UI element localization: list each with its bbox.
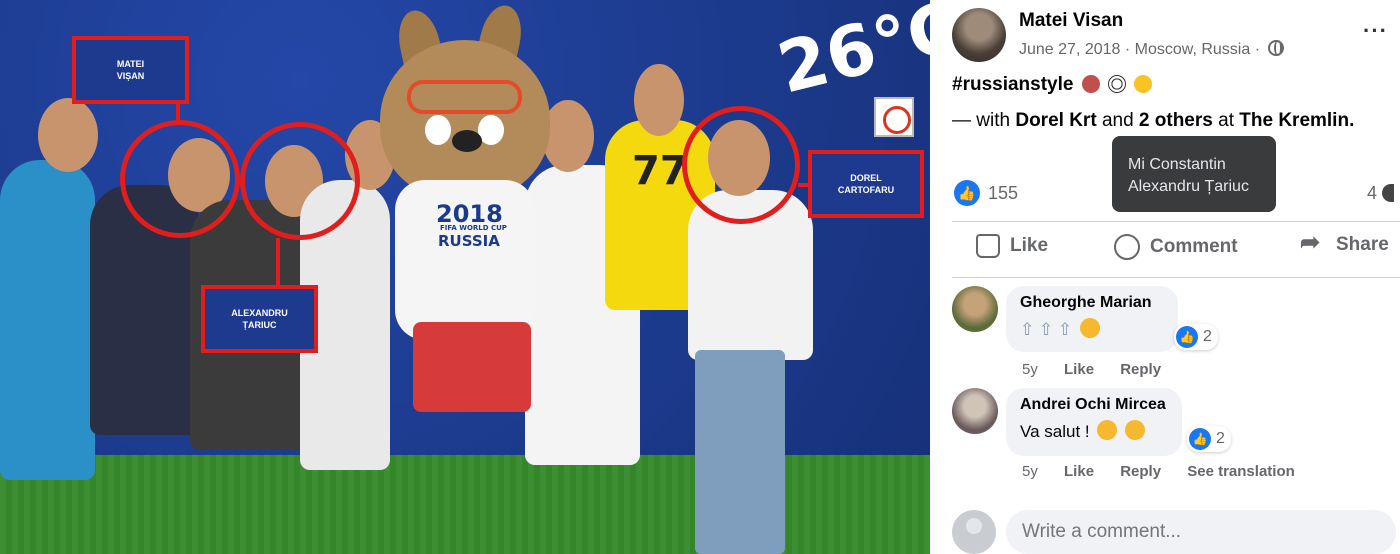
- comment-2-reactions[interactable]: 👍 2: [1187, 426, 1231, 452]
- and-word: and: [1101, 110, 1134, 131]
- comment-2-actions: 5y Like Reply See translation: [1022, 463, 1317, 480]
- comment-1-author[interactable]: Gheorghe Marian: [1020, 294, 1164, 312]
- photo-grass: [0, 455, 930, 554]
- author-avatar[interactable]: [952, 8, 1006, 62]
- comment-1-avatar[interactable]: [952, 286, 998, 332]
- reactions-count[interactable]: 155: [988, 183, 1018, 204]
- meta-separator-2: ·: [1254, 41, 1261, 58]
- more-icon[interactable]: ···: [1363, 18, 1388, 44]
- comment-2-like-count: 2: [1216, 430, 1225, 447]
- hashtag-link[interactable]: #russianstyle: [952, 74, 1073, 95]
- composer-avatar[interactable]: [952, 510, 996, 554]
- comments-count[interactable]: 4: [1367, 183, 1394, 204]
- jersey-number: 77: [632, 148, 688, 194]
- person-1-head: [38, 98, 98, 172]
- comment-1-like-count: 2: [1203, 328, 1212, 345]
- comment-2-message: Va salut !: [1020, 422, 1090, 441]
- post-tagged-line: — with Dorel Krt and 2 others at The Kre…: [952, 110, 1354, 132]
- kiss-emoji-icon: [1079, 318, 1100, 338]
- like-button-label: Like: [1010, 235, 1049, 256]
- tag-label-dorel: DOREL CARTOFARU: [808, 150, 924, 218]
- person-5-head: [542, 100, 594, 172]
- mascot-shorts: [413, 322, 531, 412]
- muscle-emoji-icon: ⇧ ⇧ ⇧: [1020, 320, 1073, 339]
- tagged-others-tooltip: Mi Constantin Alexandru Țariuc: [1112, 136, 1276, 212]
- comment-input[interactable]: [1006, 510, 1396, 554]
- comment-1-actions: 5y Like Reply: [1022, 361, 1183, 378]
- comment-2-age[interactable]: 5y: [1022, 463, 1038, 480]
- person-6-head: [634, 64, 684, 136]
- post-location[interactable]: Moscow, Russia: [1135, 41, 1251, 58]
- comment-icon: [1114, 234, 1140, 260]
- tag-circle-matei: [120, 120, 240, 238]
- divider-bottom: [952, 277, 1400, 278]
- post-photo[interactable]: 26°C 77 2018 FIFA WORLD CUP RUSSIA MATEI…: [0, 0, 930, 554]
- author-name[interactable]: Matei Visan: [1019, 10, 1123, 32]
- tooltip-line-2: Alexandru Țariuc: [1128, 178, 1249, 195]
- facebook-post: Matei Visan June 27, 2018 · Moscow, Russ…: [930, 0, 1400, 554]
- share-button-label: Share: [1336, 234, 1389, 255]
- comment-2-author[interactable]: Andrei Ochi Mircea: [1020, 396, 1168, 414]
- flexed-biceps-emoji-icon: [1097, 420, 1118, 440]
- mascot-shirt-country: RUSSIA: [438, 232, 500, 250]
- like-reaction-icon[interactable]: 👍: [954, 180, 980, 206]
- mascot-shirt-subtitle: FIFA WORLD CUP: [440, 224, 507, 232]
- comment-button[interactable]: Comment: [1114, 234, 1238, 260]
- tag-circle-dorel: [682, 106, 800, 224]
- share-icon: [1300, 228, 1326, 257]
- thumb-icon: [976, 234, 1000, 258]
- divider-top: [952, 221, 1400, 222]
- post-date[interactable]: June 27, 2018: [1019, 41, 1120, 58]
- kiss-emoji-icon: [1125, 420, 1146, 440]
- person-1: [0, 160, 95, 480]
- comment-1-age[interactable]: 5y: [1022, 361, 1038, 378]
- comment-1-reply-link[interactable]: Reply: [1120, 361, 1161, 378]
- tooltip-line-1: Mi Constantin: [1128, 156, 1226, 173]
- comment-2-see-translation[interactable]: See translation: [1187, 463, 1295, 480]
- comment-2-reply-link[interactable]: Reply: [1120, 463, 1161, 480]
- with-prefix: — with: [952, 110, 1011, 131]
- comment-1-bubble: Gheorghe Marian ⇧ ⇧ ⇧: [1006, 286, 1178, 352]
- like-button[interactable]: Like: [976, 234, 1048, 258]
- mascot-goggles: [407, 80, 522, 114]
- no-smoking-sign: [874, 97, 914, 137]
- soccer-ball-emoji-icon: [1108, 75, 1127, 93]
- comment-1-like-link[interactable]: Like: [1064, 361, 1094, 378]
- person-7-jeans: [695, 350, 785, 554]
- at-word: at: [1218, 110, 1234, 131]
- place-link[interactable]: The Kremlin.: [1239, 110, 1354, 131]
- comment-1-emojis: ⇧ ⇧ ⇧: [1020, 318, 1164, 340]
- comment-2-bubble: Andrei Ochi Mircea Va salut !: [1006, 388, 1182, 456]
- comment-2-like-icon: 👍: [1189, 428, 1211, 450]
- comment-button-label: Comment: [1150, 236, 1238, 257]
- tagged-person-link[interactable]: Dorel Krt: [1015, 110, 1096, 131]
- tag-line-alexandru: [276, 238, 280, 288]
- mascot-nose: [452, 130, 482, 152]
- sun-emoji-icon: [1134, 75, 1153, 93]
- meta-separator-1: ·: [1124, 41, 1131, 58]
- tag-label-matei: MATEI VIȘAN: [72, 36, 189, 104]
- tag-label-alexandru: ALEXANDRU ȚARIUC: [201, 285, 318, 353]
- comment-1-reactions[interactable]: 👍 2: [1174, 324, 1218, 350]
- post-meta: June 27, 2018 · Moscow, Russia ·: [1019, 40, 1285, 59]
- others-link[interactable]: 2 others: [1139, 110, 1213, 131]
- comment-2-like-link[interactable]: Like: [1064, 463, 1094, 480]
- comment-1-like-icon: 👍: [1176, 326, 1198, 348]
- post-hashtag: #russianstyle: [952, 74, 1153, 96]
- comment-2-avatar[interactable]: [952, 388, 998, 434]
- stadium-emoji-icon: [1081, 75, 1100, 93]
- comment-2-text: Va salut !: [1020, 420, 1168, 442]
- globe-icon: [1268, 40, 1285, 56]
- mascot-eye-left: [425, 115, 451, 145]
- tag-circle-alexandru: [240, 122, 360, 240]
- mascot-head: [380, 40, 550, 200]
- share-button[interactable]: Share: [1300, 228, 1389, 257]
